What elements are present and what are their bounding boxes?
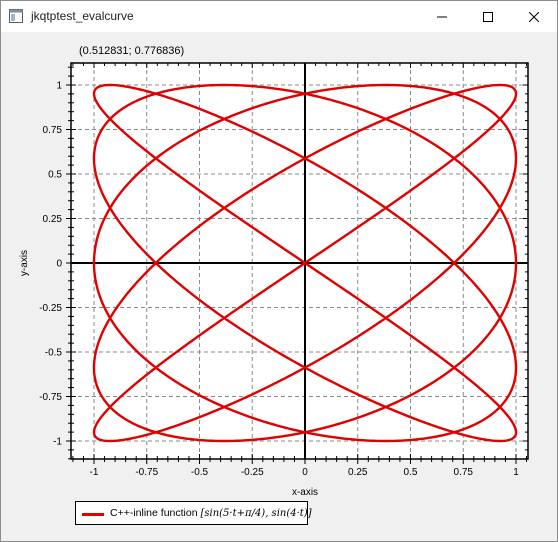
x-tick-label: 0.5	[404, 467, 418, 478]
x-tick-label: 0.75	[454, 467, 474, 478]
chart-legend: C++-inline function [sin(5·t+π/4), sin(4…	[75, 501, 312, 525]
y-tick-label: -0.5	[45, 348, 63, 359]
legend-series-label: C++-inline function	[110, 507, 198, 519]
x-tick-label: -0.75	[135, 467, 158, 478]
x-tick-label: -0.5	[191, 467, 209, 478]
y-tick-label: -0.25	[39, 303, 62, 314]
y-tick-label: 0	[56, 259, 62, 270]
y-tick-label: 0.75	[43, 125, 63, 136]
x-tick-label: 1	[513, 467, 519, 478]
x-axis-title: x-axis	[292, 487, 318, 498]
parametric-curve-chart[interactable]: -1 -0.75 -0.5 -0.25 0 0.25 0.5 0.75 1 -1 -0.75 -0.5…	[1, 1, 557, 541]
legend-series-formula: [sin(5·t+π/4), sin(4·t)]	[200, 508, 312, 519]
x-tick-label: -0.25	[241, 467, 264, 478]
y-tick-label: 1	[56, 81, 62, 92]
y-tick-label: -0.75	[39, 392, 62, 403]
x-tick-label: 0	[302, 467, 308, 478]
y-tick-label: 0.5	[48, 170, 62, 181]
plot-area	[71, 63, 528, 459]
x-tick-label: -1	[90, 467, 99, 478]
y-tick-label: 0.25	[43, 214, 63, 225]
application-window: jkqtptest_evalcurve (0.512831; 0.776836)…	[0, 0, 558, 542]
y-tick-label: -1	[53, 437, 62, 448]
legend-series-swatch	[82, 513, 104, 516]
x-tick-label: 0.25	[348, 467, 368, 478]
y-axis-title: y-axis	[19, 250, 30, 276]
